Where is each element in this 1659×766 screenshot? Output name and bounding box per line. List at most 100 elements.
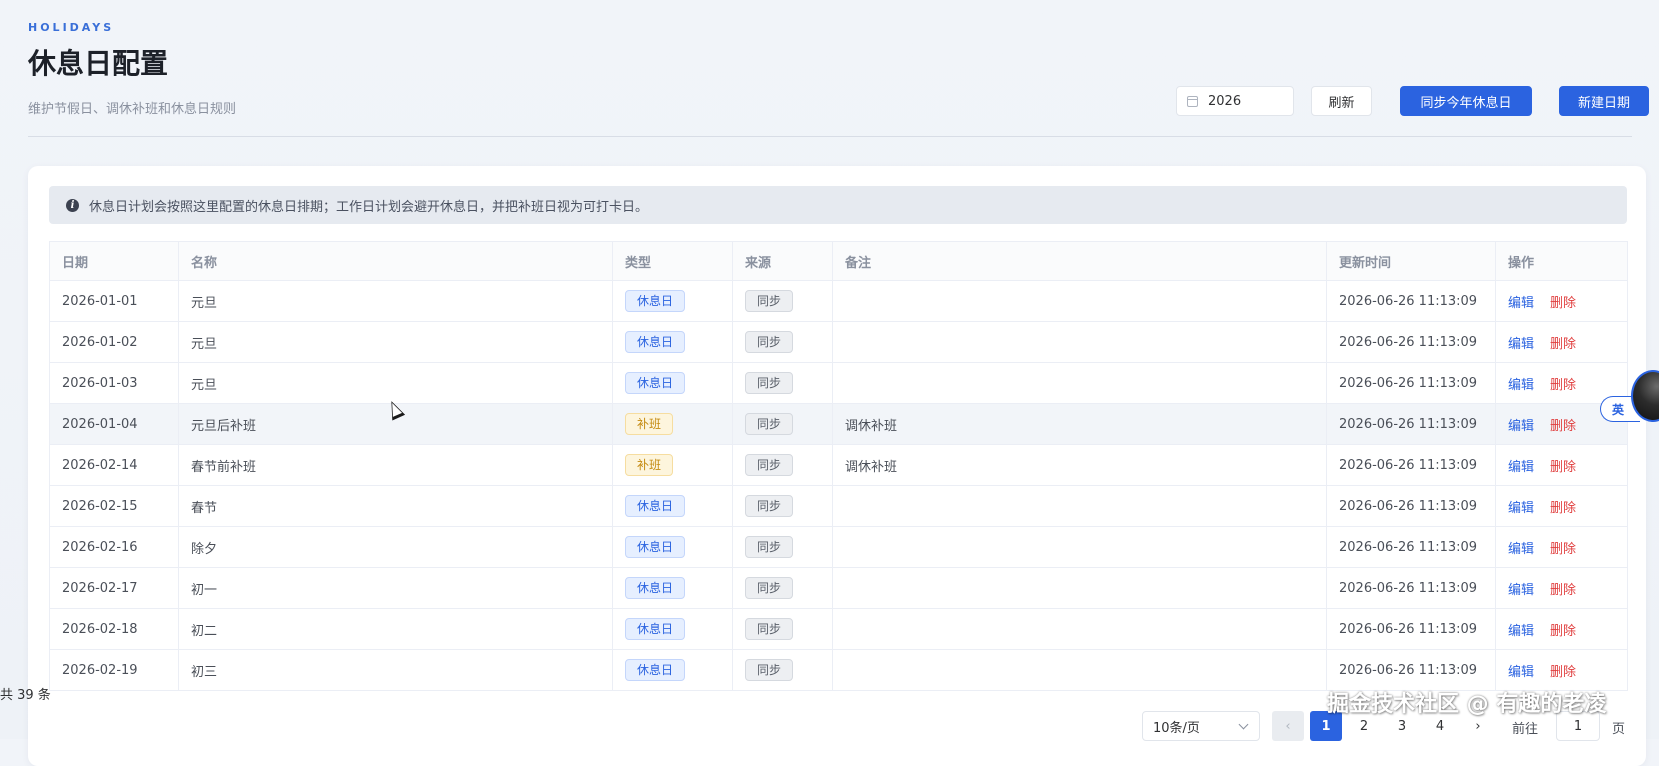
cell-remark bbox=[832, 649, 1327, 691]
edit-link[interactable]: 编辑 bbox=[1508, 583, 1534, 598]
cell-type: 休息日 bbox=[612, 567, 733, 609]
page-subtitle: 维护节假日、调休补班和休息日规则 bbox=[28, 102, 237, 117]
cell-actions: 编辑 删除 bbox=[1495, 485, 1628, 527]
new-date-button[interactable]: 新建日期 bbox=[1559, 86, 1649, 116]
source-tag: 同步 bbox=[745, 577, 794, 599]
cell-source: 同步 bbox=[732, 608, 833, 650]
type-tag: 休息日 bbox=[625, 495, 686, 517]
pagination-total: 共 39 条 bbox=[0, 687, 51, 703]
calendar-icon bbox=[1187, 95, 1198, 107]
delete-link[interactable]: 删除 bbox=[1550, 665, 1576, 680]
source-tag: 同步 bbox=[745, 454, 794, 476]
cell-name: 初三 bbox=[178, 649, 613, 691]
table-row: 2026-02-14 春节前补班 补班 同步 调休补班 2026-06-26 11:13:… bbox=[49, 444, 1628, 486]
source-tag: 同步 bbox=[745, 331, 794, 353]
refresh-button[interactable]: 刷新 bbox=[1311, 86, 1372, 116]
cell-actions: 编辑 删除 bbox=[1495, 526, 1628, 568]
type-tag: 休息日 bbox=[625, 331, 686, 353]
cell-type: 休息日 bbox=[612, 526, 733, 568]
cell-updated: 2026-06-26 11:13:09 bbox=[1326, 280, 1496, 322]
type-tag: 补班 bbox=[625, 454, 674, 476]
watermark: 掘金技术社区 @ 有趣的老凌 bbox=[1327, 692, 1607, 717]
column-header-date[interactable]: 日期 bbox=[49, 241, 179, 281]
edit-link[interactable]: 编辑 bbox=[1508, 542, 1534, 557]
delete-link[interactable]: 删除 bbox=[1550, 583, 1576, 598]
page-size-select[interactable]: 10条/页 bbox=[1142, 711, 1260, 741]
cell-date: 2026-02-15 bbox=[49, 485, 179, 527]
column-header-type[interactable]: 类型 bbox=[612, 241, 733, 281]
delete-link[interactable]: 删除 bbox=[1550, 501, 1576, 516]
edit-link[interactable]: 编辑 bbox=[1508, 460, 1534, 475]
info-alert: i 休息日计划会按照这里配置的休息日排期；工作日计划会避开休息日，并把补班日视为… bbox=[49, 186, 1627, 224]
cell-source: 同步 bbox=[732, 649, 833, 691]
info-icon: i bbox=[66, 198, 79, 212]
cell-remark: 调休补班 bbox=[832, 444, 1327, 486]
edit-link[interactable]: 编辑 bbox=[1508, 665, 1534, 680]
cell-type: 补班 bbox=[612, 403, 733, 445]
type-tag: 休息日 bbox=[625, 618, 686, 640]
cell-remark: 调休补班 bbox=[832, 403, 1327, 445]
column-header-name[interactable]: 名称 bbox=[178, 241, 613, 281]
delete-link[interactable]: 删除 bbox=[1550, 419, 1576, 434]
cell-actions: 编辑 删除 bbox=[1495, 280, 1628, 322]
source-tag: 同步 bbox=[745, 659, 794, 681]
cell-source: 同步 bbox=[732, 362, 833, 404]
delete-link[interactable]: 删除 bbox=[1550, 624, 1576, 639]
cell-source: 同步 bbox=[732, 485, 833, 527]
type-tag: 休息日 bbox=[625, 659, 686, 681]
column-header-actions: 操作 bbox=[1495, 241, 1628, 281]
column-header-updated[interactable]: 更新时间 bbox=[1326, 241, 1496, 281]
table-row: 2026-02-15 春节 休息日 同步 2026-06-26 11:13:09 编辑 删除 bbox=[49, 485, 1628, 527]
cell-date: 2026-01-04 bbox=[49, 403, 179, 445]
cell-remark bbox=[832, 608, 1327, 650]
edit-link[interactable]: 编辑 bbox=[1508, 296, 1534, 311]
page-title: 休息日配置 bbox=[28, 47, 169, 80]
cell-updated: 2026-06-26 11:13:09 bbox=[1326, 403, 1496, 445]
year-picker[interactable]: 2026 bbox=[1176, 86, 1294, 116]
edit-link[interactable]: 编辑 bbox=[1508, 419, 1534, 434]
header-divider bbox=[28, 136, 1632, 137]
table-row: 2026-01-03 元旦 休息日 同步 2026-06-26 11:13:09 编辑 删除 bbox=[49, 362, 1628, 404]
type-tag: 补班 bbox=[625, 413, 674, 435]
jump-suffix: 页 bbox=[1612, 722, 1626, 737]
cell-name: 元旦 bbox=[178, 280, 613, 322]
cell-type: 休息日 bbox=[612, 649, 733, 691]
cell-name: 元旦 bbox=[178, 321, 613, 363]
cell-actions: 编辑 删除 bbox=[1495, 649, 1628, 691]
cell-type: 休息日 bbox=[612, 321, 733, 363]
table-body: 2026-01-01 元旦 休息日 同步 2026-06-26 11:13:09 编辑 删除… bbox=[49, 280, 1628, 691]
type-tag: 休息日 bbox=[625, 372, 686, 394]
source-tag: 同步 bbox=[745, 413, 794, 435]
edit-link[interactable]: 编辑 bbox=[1508, 624, 1534, 639]
cell-date: 2026-01-02 bbox=[49, 321, 179, 363]
cell-remark bbox=[832, 362, 1327, 404]
chevron-down-icon bbox=[1238, 719, 1249, 730]
delete-link[interactable]: 删除 bbox=[1550, 460, 1576, 475]
cell-updated: 2026-06-26 11:13:09 bbox=[1326, 485, 1496, 527]
column-header-remark[interactable]: 备注 bbox=[832, 241, 1327, 281]
delete-link[interactable]: 删除 bbox=[1550, 542, 1576, 557]
holiday-table: 日期 名称 类型 来源 备注 更新时间 操作 2026-01-01 元旦 休息日 同步… bbox=[49, 241, 1628, 691]
cell-actions: 编辑 删除 bbox=[1495, 321, 1628, 363]
cell-name: 初二 bbox=[178, 608, 613, 650]
delete-link[interactable]: 删除 bbox=[1550, 296, 1576, 311]
prev-page-button[interactable]: ‹ bbox=[1272, 711, 1304, 741]
delete-link[interactable]: 删除 bbox=[1550, 337, 1576, 352]
column-header-source[interactable]: 来源 bbox=[732, 241, 833, 281]
cell-updated: 2026-06-26 11:13:09 bbox=[1326, 321, 1496, 363]
cell-name: 元旦 bbox=[178, 362, 613, 404]
table-row: 2026-02-19 初三 休息日 同步 2026-06-26 11:13:09 编辑 删除 bbox=[49, 649, 1628, 691]
edit-link[interactable]: 编辑 bbox=[1508, 378, 1534, 393]
delete-link[interactable]: 删除 bbox=[1550, 378, 1576, 393]
cell-date: 2026-02-14 bbox=[49, 444, 179, 486]
source-tag: 同步 bbox=[745, 536, 794, 558]
table-row: 2026-02-18 初二 休息日 同步 2026-06-26 11:13:09 编辑 删除 bbox=[49, 608, 1628, 650]
edit-link[interactable]: 编辑 bbox=[1508, 337, 1534, 352]
cell-updated: 2026-06-26 11:13:09 bbox=[1326, 444, 1496, 486]
cell-name: 初一 bbox=[178, 567, 613, 609]
cell-remark bbox=[832, 485, 1327, 527]
edit-link[interactable]: 编辑 bbox=[1508, 501, 1534, 516]
cell-date: 2026-01-01 bbox=[49, 280, 179, 322]
sync-holidays-button[interactable]: 同步今年休息日 bbox=[1400, 86, 1532, 116]
cell-remark bbox=[832, 567, 1327, 609]
